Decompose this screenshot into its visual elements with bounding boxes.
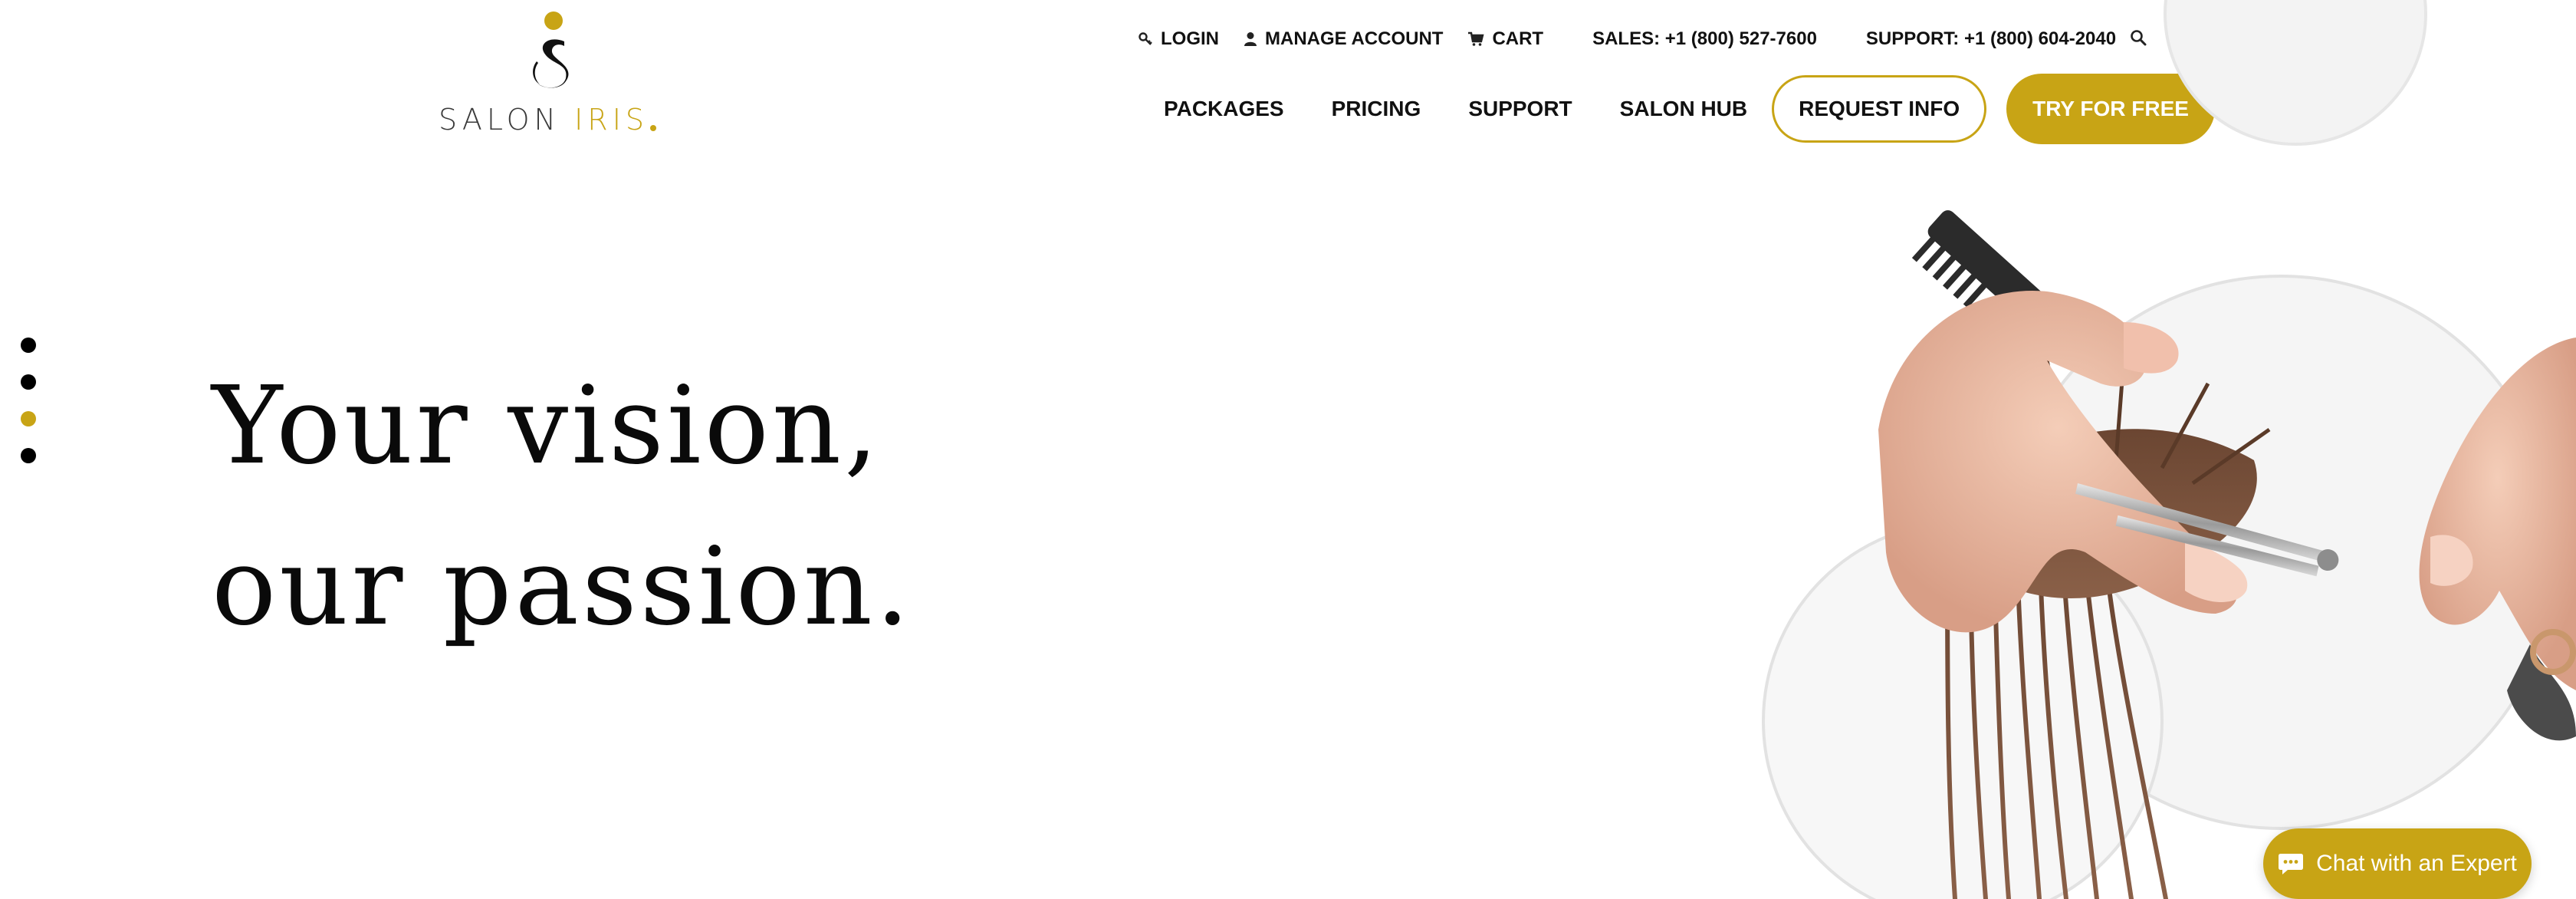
cart-link[interactable]: CART (1467, 28, 1543, 50)
hero-slider-dots (21, 338, 38, 485)
user-icon (1244, 32, 1257, 46)
hero-headline-line-2: our passion. (212, 525, 913, 650)
hero-hair-cutting-image (1762, 0, 2576, 899)
salon-iris-logo[interactable]: SALON IRIS (439, 8, 676, 146)
manage-account-label: MANAGE ACCOUNT (1265, 28, 1444, 49)
key-icon (1138, 32, 1152, 45)
logo-dot-icon (650, 125, 657, 131)
slide-dot-1[interactable] (21, 338, 36, 353)
chat-with-expert-button[interactable]: Chat with an Expert (2263, 828, 2532, 899)
nav-pricing[interactable]: PRICING (1332, 97, 1421, 121)
login-label: LOGIN (1161, 28, 1219, 49)
nav-support[interactable]: SUPPORT (1468, 97, 1572, 121)
logo-mark-icon (533, 12, 569, 88)
slide-dot-4[interactable] (21, 448, 36, 463)
slide-dot-3-active[interactable] (21, 411, 36, 426)
cart-label: CART (1492, 28, 1544, 49)
chat-button-label: Chat with an Expert (2316, 851, 2517, 876)
hero-headline-line-1: Your vision, (212, 364, 882, 489)
cart-icon (1468, 31, 1484, 46)
login-link[interactable]: LOGIN (1138, 28, 1219, 50)
manage-account-link[interactable]: MANAGE ACCOUNT (1244, 28, 1443, 50)
slide-dot-2[interactable] (21, 374, 36, 390)
nav-packages[interactable]: PACKAGES (1164, 97, 1284, 121)
logo-word-salon: SALON (439, 103, 560, 137)
chat-bubble-icon (2279, 854, 2304, 874)
logo-word-iris: IRIS (574, 103, 649, 137)
logo-wordmark: SALON IRIS (439, 103, 657, 137)
